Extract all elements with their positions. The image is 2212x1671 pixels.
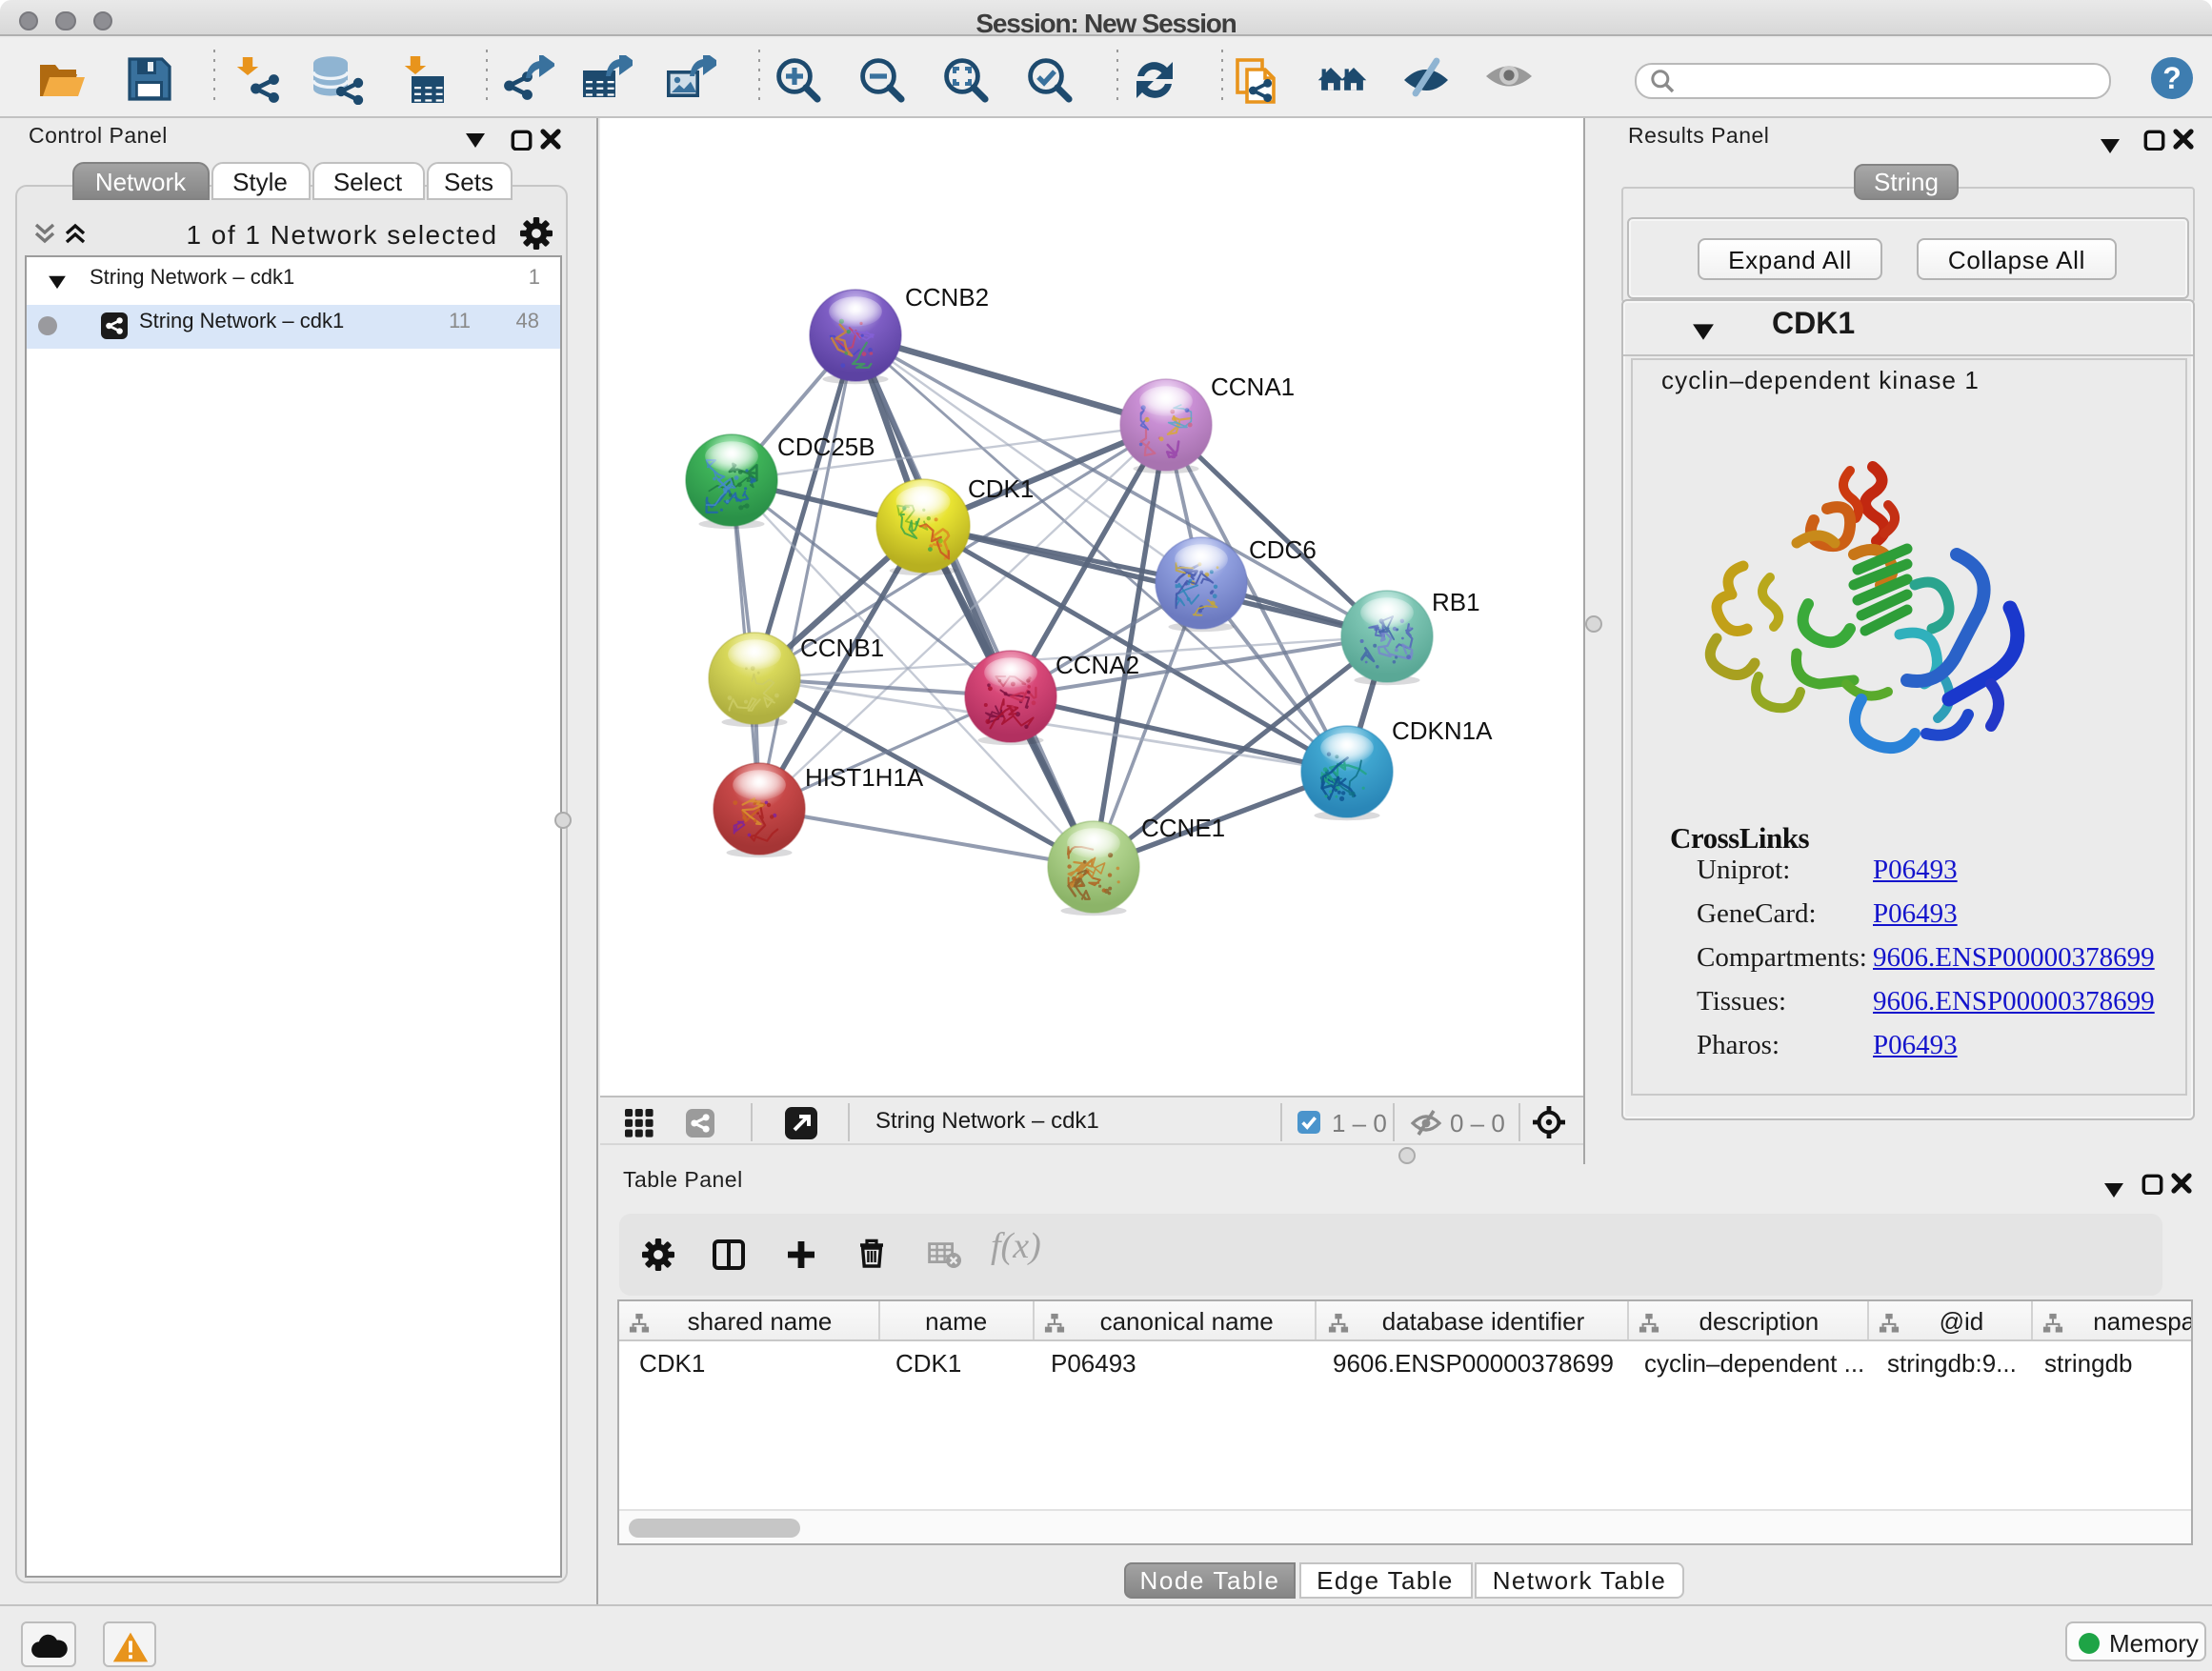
svg-text:HIST1H1A: HIST1H1A xyxy=(805,763,924,792)
svg-text:RB1: RB1 xyxy=(1432,588,1480,616)
svg-text:CCNB1: CCNB1 xyxy=(800,634,884,662)
svg-text:CDK1: CDK1 xyxy=(968,474,1034,503)
svg-text:CDC25B: CDC25B xyxy=(777,433,875,461)
svg-text:CCNA2: CCNA2 xyxy=(1056,651,1139,679)
svg-text:?: ? xyxy=(2162,61,2182,95)
svg-text:CCNA1: CCNA1 xyxy=(1211,372,1295,401)
svg-text:CDC6: CDC6 xyxy=(1249,535,1317,564)
svg-text:CCNB2: CCNB2 xyxy=(905,283,989,312)
svg-text:CCNE1: CCNE1 xyxy=(1141,814,1225,842)
svg-text:CDKN1A: CDKN1A xyxy=(1392,716,1493,745)
